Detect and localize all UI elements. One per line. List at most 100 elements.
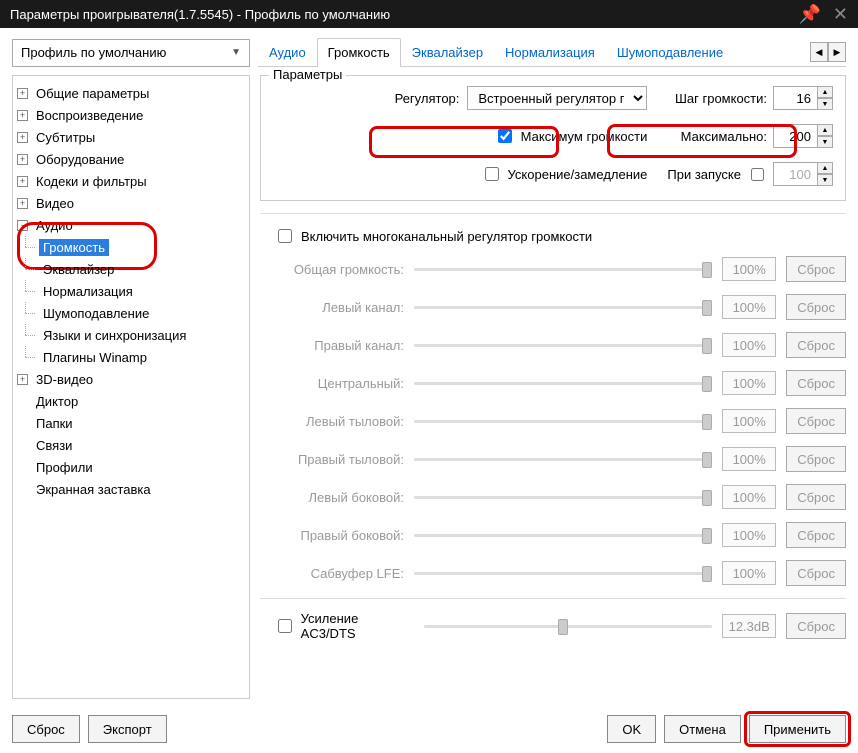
- channel-reset-button[interactable]: Сброс: [786, 370, 846, 396]
- tree-child-item[interactable]: Нормализация: [17, 280, 245, 302]
- tree-child-item[interactable]: Шумоподавление: [17, 302, 245, 324]
- tree-label: Оборудование: [32, 151, 128, 168]
- channel-value: 100%: [722, 371, 776, 395]
- step-input[interactable]: [773, 86, 817, 110]
- profile-dropdown[interactable]: Профиль по умолчанию ▼: [12, 39, 250, 67]
- step-label: Шаг громкости:: [675, 91, 767, 106]
- tree-child-item[interactable]: Эквалайзер: [17, 258, 245, 280]
- tree-child-item[interactable]: Плагины Winamp: [17, 346, 245, 368]
- tree-label: Эквалайзер: [39, 261, 118, 278]
- tree-label: Плагины Winamp: [39, 349, 151, 366]
- channel-row: Сабвуфер LFE:100%Сброс: [274, 560, 846, 586]
- accel-checkbox[interactable]: [485, 167, 499, 181]
- ok-button[interactable]: OK: [607, 715, 656, 743]
- tab-normalization[interactable]: Нормализация: [494, 38, 606, 67]
- tab-audio[interactable]: Аудио: [258, 38, 317, 67]
- multichannel-label: Включить многоканальный регулятор громко…: [301, 229, 592, 244]
- multichannel-checkbox[interactable]: [278, 229, 292, 243]
- channel-value: 100%: [722, 523, 776, 547]
- channel-slider[interactable]: [414, 382, 712, 385]
- tree-label: Шумоподавление: [39, 305, 153, 322]
- expand-icon[interactable]: +: [17, 110, 28, 121]
- tree-child-item[interactable]: Языки и синхронизация: [17, 324, 245, 346]
- tree-label: Видео: [32, 195, 78, 212]
- collapse-icon[interactable]: -: [17, 220, 28, 231]
- tree-label: Языки и синхронизация: [39, 327, 190, 344]
- channel-row: Правый тыловой:100%Сброс: [274, 446, 846, 472]
- close-icon[interactable]: ✕: [833, 4, 848, 25]
- channel-label: Центральный:: [274, 376, 404, 391]
- channel-slider[interactable]: [414, 534, 712, 537]
- tree-label: Связи: [32, 437, 76, 454]
- channel-row: Центральный: 100% Сброс: [274, 370, 846, 396]
- channel-reset-button[interactable]: Сброс: [786, 408, 846, 434]
- cancel-button[interactable]: Отмена: [664, 715, 741, 743]
- channel-slider[interactable]: [414, 572, 712, 575]
- tab-volume[interactable]: Громкость: [317, 38, 401, 67]
- tree-item[interactable]: -Аудио: [17, 214, 245, 236]
- max-input[interactable]: [773, 124, 817, 148]
- tree-label: Нормализация: [39, 283, 137, 300]
- channel-reset-button[interactable]: Сброс: [786, 256, 846, 282]
- tree-item[interactable]: Папки: [17, 412, 245, 434]
- expand-icon[interactable]: +: [17, 132, 28, 143]
- tree-item[interactable]: + Оборудование: [17, 148, 245, 170]
- startup-up[interactable]: ▲: [817, 162, 833, 174]
- channel-reset-button[interactable]: Сброс: [786, 484, 846, 510]
- tree-item[interactable]: +Субтитры: [17, 126, 245, 148]
- tab-equalizer[interactable]: Эквалайзер: [401, 38, 494, 67]
- tree-item[interactable]: Диктор: [17, 390, 245, 412]
- tree-item[interactable]: + Видео: [17, 192, 245, 214]
- expand-icon[interactable]: +: [17, 88, 28, 99]
- tree-item[interactable]: +Кодеки и фильтры: [17, 170, 245, 192]
- channel-reset-button[interactable]: Сброс: [786, 560, 846, 586]
- step-down[interactable]: ▼: [817, 98, 833, 110]
- channel-label: Правый тыловой:: [274, 452, 404, 467]
- tab-scroll-right[interactable]: ▶: [828, 42, 846, 62]
- tree-item[interactable]: Профили: [17, 456, 245, 478]
- max-up[interactable]: ▲: [817, 124, 833, 136]
- channel-row: Правый боковой:100%Сброс: [274, 522, 846, 548]
- chevron-down-icon: ▼: [231, 47, 241, 58]
- tree-item[interactable]: +3D-видео: [17, 368, 245, 390]
- expand-icon[interactable]: +: [17, 154, 28, 165]
- channel-reset-button[interactable]: Сброс: [786, 332, 846, 358]
- channel-slider[interactable]: [414, 420, 712, 423]
- ac3-slider[interactable]: [424, 625, 712, 628]
- tree-label: Аудио: [32, 217, 77, 234]
- max-label: Максимально:: [681, 129, 767, 144]
- tab-noise[interactable]: Шумоподавление: [606, 38, 734, 67]
- tab-scroll-left[interactable]: ◀: [810, 42, 828, 62]
- apply-button[interactable]: Применить: [749, 715, 846, 743]
- startup-checkbox[interactable]: [751, 168, 764, 181]
- step-up[interactable]: ▲: [817, 86, 833, 98]
- pin-icon[interactable]: 📌: [798, 4, 820, 25]
- tree-item[interactable]: +Общие параметры: [17, 82, 245, 104]
- channel-slider[interactable]: [414, 496, 712, 499]
- regulator-select[interactable]: Встроенный регулятор гро: [467, 86, 647, 110]
- channel-slider[interactable]: [414, 306, 712, 309]
- channel-slider[interactable]: [414, 268, 712, 271]
- tree-child-item[interactable]: Громкость: [17, 236, 245, 258]
- channel-reset-button[interactable]: Сброс: [786, 294, 846, 320]
- max-down[interactable]: ▼: [817, 136, 833, 148]
- ac3-checkbox[interactable]: [278, 619, 292, 633]
- export-button[interactable]: Экспорт: [88, 715, 167, 743]
- tree-item[interactable]: Экранная заставка: [17, 478, 245, 500]
- reset-button[interactable]: Сброс: [12, 715, 80, 743]
- expand-icon[interactable]: +: [17, 374, 28, 385]
- channel-reset-button[interactable]: Сброс: [786, 522, 846, 548]
- expand-icon[interactable]: +: [17, 176, 28, 187]
- startup-input[interactable]: [773, 162, 817, 186]
- ac3-reset[interactable]: Сброс: [786, 613, 846, 639]
- channel-value: 100%: [722, 409, 776, 433]
- expand-icon[interactable]: +: [17, 198, 28, 209]
- channel-slider[interactable]: [414, 458, 712, 461]
- startup-down[interactable]: ▼: [817, 174, 833, 186]
- tree-item[interactable]: +Воспроизведение: [17, 104, 245, 126]
- tree-item[interactable]: Связи: [17, 434, 245, 456]
- maxvol-checkbox[interactable]: [498, 129, 512, 143]
- tree-label: 3D-видео: [32, 371, 97, 388]
- channel-slider[interactable]: [414, 344, 712, 347]
- channel-reset-button[interactable]: Сброс: [786, 446, 846, 472]
